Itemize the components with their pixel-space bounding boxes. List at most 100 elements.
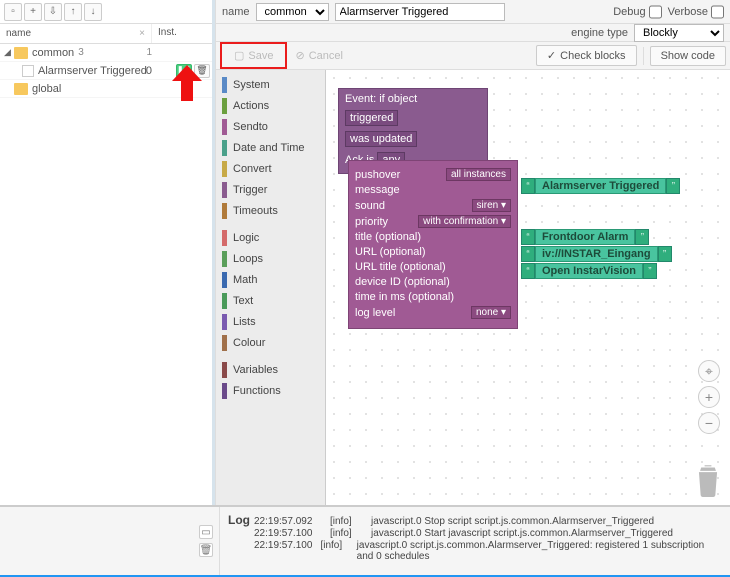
block-row: URL title (optional) [355,261,511,273]
category-label: Text [233,295,253,307]
cancel-icon: ⊘ [295,49,304,62]
block-head-val[interactable]: all instances [446,168,511,181]
category-color-icon [222,230,227,246]
block-string-literal[interactable]: “Open InstarVision” [521,263,657,279]
new-file-icon[interactable]: ▫ [4,3,22,21]
tree-label: Alarmserver Triggered [38,65,147,77]
block-row-label: device ID (optional) [355,276,450,288]
tree-label: global [32,83,61,95]
block-row: title (optional) [355,231,511,243]
zoom-in-icon[interactable]: + [698,386,720,408]
tree-folder-common[interactable]: ◢ common 3 1 [0,44,212,62]
block-string-literal[interactable]: “Alarmserver Triggered” [521,178,680,194]
log-line: 22:19:57.100[info]javascript.0 Start jav… [254,528,722,539]
toolbox-cat-sendto[interactable]: Sendto [216,116,325,137]
annotation-save-highlight: ▢Save [220,42,287,69]
editor-main: name common Debug Verbose engine type Bl… [215,0,730,505]
file-icon [22,65,34,77]
check-blocks-button[interactable]: ✓Check blocks [536,45,637,66]
category-label: Date and Time [233,142,305,154]
workspace: SystemActionsSendtoDate and TimeConvertT… [216,70,730,505]
trash-icon[interactable] [694,463,722,497]
script-name-input[interactable] [335,3,505,21]
category-label: Actions [233,100,269,112]
category-color-icon [222,272,227,288]
block-row: prioritywith confirmation ▾ [355,215,511,228]
toolbox-cat-timeouts[interactable]: Timeouts [216,200,325,221]
toolbox-cat-system[interactable]: System [216,74,325,95]
block-string-literal[interactable]: “iv://INSTAR_Eingang” [521,246,672,262]
block-string-literal[interactable]: “Frontdoor Alarm” [521,229,649,245]
category-color-icon [222,362,227,378]
log-clear-icon[interactable]: 🗑 [199,543,213,557]
toolbox-cat-variables[interactable]: Variables [216,359,325,380]
category-label: Loops [233,253,263,265]
move-down-icon[interactable]: ↓ [84,3,102,21]
block-row: log level none ▾ [355,306,511,319]
script-tree: ◢ common 3 1 Alarmserver Triggered 0 ❚❚ … [0,44,212,505]
block-pushover[interactable]: pushoverall instances messagesoundsiren … [348,160,518,329]
category-label: Logic [233,232,259,244]
category-label: Functions [233,385,281,397]
category-label: Timeouts [233,205,278,217]
verbose-checkbox[interactable] [711,3,724,21]
block-row-label: URL (optional) [355,246,426,258]
quote-icon: “ [521,229,535,245]
block-title: Event: if object [345,93,481,105]
engine-select[interactable]: Blockly [634,24,724,42]
log-panel: ▭ 🗑 Log 22:19:57.092[info]javascript.0 S… [0,505,730,575]
toolbox-cat-colour[interactable]: Colour [216,332,325,353]
toolbox-cat-lists[interactable]: Lists [216,311,325,332]
move-up-icon[interactable]: ↑ [64,3,82,21]
toolbox-cat-loops[interactable]: Loops [216,248,325,269]
block-row-value[interactable]: siren ▾ [472,199,511,212]
toolbox-cat-text[interactable]: Text [216,290,325,311]
import-icon[interactable]: ⇩ [44,3,62,21]
toolbox-cat-logic[interactable]: Logic [216,227,325,248]
block-row-label: URL title (optional) [355,261,446,273]
col-inst: Inst. [152,24,212,43]
toolbox-cat-math[interactable]: Math [216,269,325,290]
log-copy-icon[interactable]: ▭ [199,525,213,539]
cancel-button[interactable]: ⊘Cancel [287,46,350,65]
block-row-value[interactable]: with confirmation ▾ [418,215,511,228]
toolbox-cat-actions[interactable]: Actions [216,95,325,116]
category-color-icon [222,77,227,93]
name-label: name [222,6,250,18]
zoom-out-icon[interactable]: − [698,412,720,434]
toolbox-cat-convert[interactable]: Convert [216,158,325,179]
folder-select[interactable]: common [256,3,329,21]
block-row-label: title (optional) [355,231,421,243]
toolbox-cat-trigger[interactable]: Trigger [216,179,325,200]
category-color-icon [222,383,227,399]
toolbox-cat-date-and-time[interactable]: Date and Time [216,137,325,158]
quote-icon: ” [635,229,649,245]
category-color-icon [222,161,227,177]
block-cond[interactable]: was updated [345,131,417,147]
tree-label: common [32,47,74,59]
show-code-button[interactable]: Show code [650,46,726,66]
toolbox-cat-functions[interactable]: Functions [216,380,325,401]
block-row-label: sound [355,200,385,212]
check-icon: ✓ [547,49,556,62]
category-color-icon [222,314,227,330]
category-color-icon [222,140,227,156]
block-object[interactable]: triggered [345,110,398,126]
block-row-label: message [355,184,400,196]
plus-icon[interactable]: + [24,3,42,21]
category-label: Variables [233,364,278,376]
debug-label: Debug [613,6,645,18]
editor-actions: ▢Save ⊘Cancel ✓Check blocks Show code [216,42,730,70]
blockly-toolbox: SystemActionsSendtoDate and TimeConvertT… [216,70,326,505]
blockly-canvas[interactable]: Event: if object triggered was updated A… [326,70,730,505]
center-icon[interactable]: ⌖ [698,360,720,382]
block-row-label: log level [355,307,395,319]
block-row-value[interactable]: none ▾ [471,306,511,319]
annotation-arrow [172,65,202,101]
category-color-icon [222,98,227,114]
quote-icon: ” [643,263,657,279]
debug-checkbox[interactable] [649,3,662,21]
col-name: name [6,28,31,39]
quote-icon: “ [521,263,535,279]
save-button[interactable]: ▢Save [226,46,281,65]
